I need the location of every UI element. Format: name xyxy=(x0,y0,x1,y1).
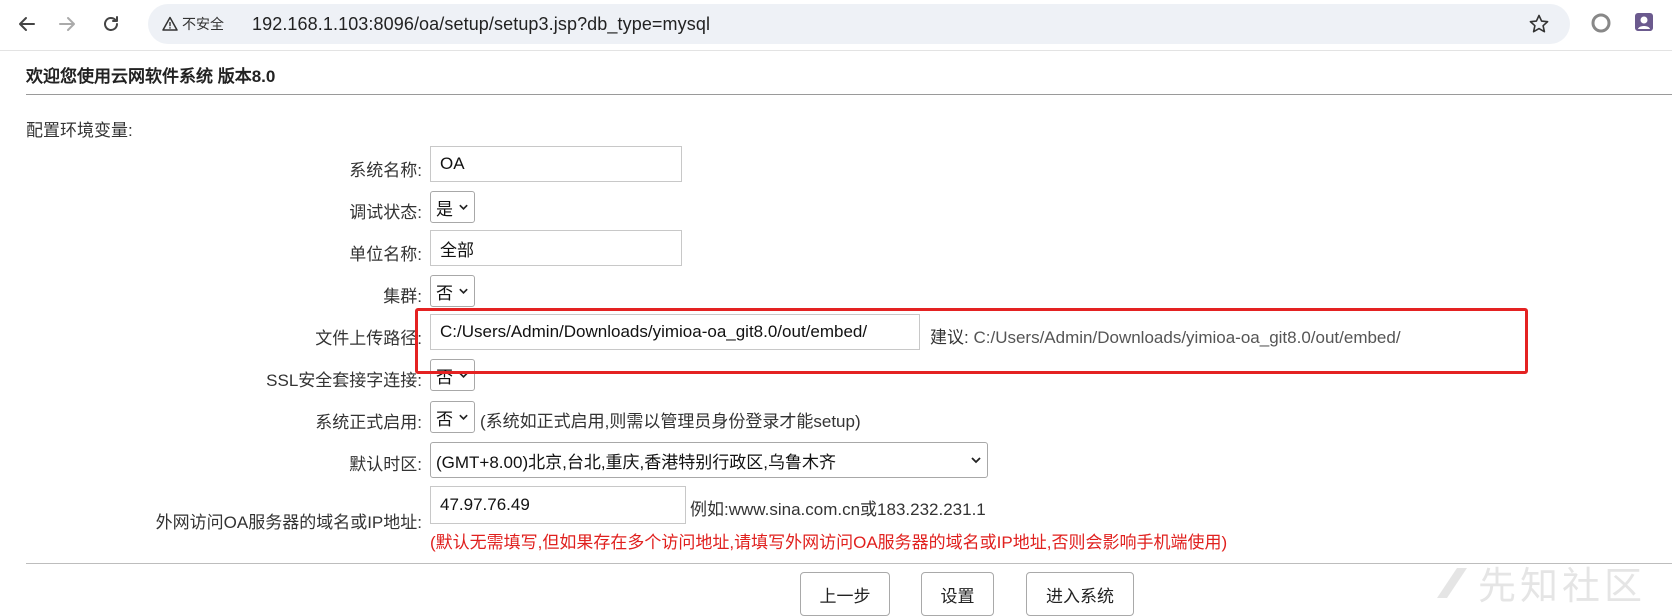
official-use-select[interactable]: 否 xyxy=(430,401,475,433)
config-section-title: 配置环境变量: xyxy=(26,121,133,140)
timezone-label: 默认时区: xyxy=(349,455,422,474)
watermark-text: 先知社区 xyxy=(1478,566,1647,608)
row-external-domain: 外网访问OA服务器的域名或IP地址: 47.97.76.49 例如:www.si… xyxy=(0,486,1672,532)
enter-system-button[interactable]: 进入系统 xyxy=(1026,572,1134,616)
chevron-down-icon xyxy=(459,288,468,295)
external-domain-example: 例如:www.sina.com.cn或183.232.231.1 xyxy=(690,500,986,519)
timezone-select[interactable]: (GMT+8.00)北京,台北,重庆,香港特别行政区,乌鲁木齐 xyxy=(430,442,988,478)
bookmark-star-button[interactable] xyxy=(1528,13,1550,35)
debug-state-value: 是 xyxy=(436,199,453,219)
forward-button[interactable] xyxy=(52,9,82,39)
cluster-select[interactable]: 否 xyxy=(430,275,475,307)
row-cluster: 集群: 否 xyxy=(0,272,1672,312)
reload-button[interactable] xyxy=(96,9,126,39)
reload-icon xyxy=(104,16,118,31)
system-name-input[interactable]: OA xyxy=(430,146,682,182)
official-use-note: (系统如正式启用,则需以管理员身份登录才能setup) xyxy=(480,412,861,431)
address-bar[interactable]: 不安全 192.168.1.103:8096/oa/setup/setup3.j… xyxy=(148,4,1570,44)
page-title: 欢迎您使用云网软件系统 版本8.0 xyxy=(26,67,276,86)
browser-toolbar: 不安全 192.168.1.103:8096/oa/setup/setup3.j… xyxy=(0,0,1672,51)
cluster-label: 集群: xyxy=(383,287,422,306)
settings-button[interactable]: 设置 xyxy=(921,572,994,616)
chevron-down-icon xyxy=(459,204,468,211)
highlight-annotation-box xyxy=(415,308,1528,374)
url-text[interactable]: 192.168.1.103:8096/oa/setup/setup3.jsp?d… xyxy=(252,14,710,35)
external-domain-note: (默认无需填写,但如果存在多个访问地址,请填写外网访问OA服务器的域名或IP地址… xyxy=(430,533,1228,552)
debug-state-select[interactable]: 是 xyxy=(430,191,475,223)
unit-name-input[interactable]: 全部 xyxy=(430,230,682,266)
prev-step-button[interactable]: 上一步 xyxy=(800,572,890,616)
chevron-down-icon xyxy=(459,414,468,421)
arrow-right-icon xyxy=(59,17,75,31)
back-button[interactable] xyxy=(12,9,42,39)
upload-path-label: 文件上传路径: xyxy=(315,329,422,348)
row-timezone: 默认时区: (GMT+8.00)北京,台北,重庆,香港特别行政区,乌鲁木齐 xyxy=(0,440,1672,480)
security-label: 不安全 xyxy=(182,16,224,32)
external-domain-label: 外网访问OA服务器的域名或IP地址: xyxy=(155,513,422,532)
star-icon xyxy=(1529,14,1549,33)
row-official-use: 系统正式启用: 否 (系统如正式启用,则需以管理员身份登录才能setup) xyxy=(0,398,1672,438)
profile-extension-icon xyxy=(1635,13,1653,31)
system-name-label: 系统名称: xyxy=(349,161,422,180)
row-system-name: 系统名称: OA xyxy=(0,146,1672,186)
divider-bottom xyxy=(26,563,1672,564)
debug-state-label: 调试状态: xyxy=(349,203,422,222)
external-domain-input[interactable]: 47.97.76.49 xyxy=(430,486,686,524)
extension-button-1[interactable] xyxy=(1590,12,1612,34)
arrow-left-icon xyxy=(19,17,35,31)
cluster-value: 否 xyxy=(436,283,453,303)
unit-name-label: 单位名称: xyxy=(349,245,422,264)
warning-triangle-icon xyxy=(162,16,178,31)
watermark-logo-icon xyxy=(1437,567,1467,598)
security-chip[interactable]: 不安全 xyxy=(162,13,224,35)
official-use-label: 系统正式启用: xyxy=(315,413,422,432)
chevron-down-icon xyxy=(971,457,981,464)
official-use-value: 否 xyxy=(436,409,453,429)
watermark: 先知社区 xyxy=(1432,555,1646,610)
timezone-value: (GMT+8.00)北京,台北,重庆,香港特别行政区,乌鲁木齐 xyxy=(436,452,836,472)
circle-extension-icon xyxy=(1591,13,1611,33)
extension-button-2[interactable] xyxy=(1633,11,1655,33)
ssl-label: SSL安全套接字连接: xyxy=(266,371,422,390)
divider-top xyxy=(26,94,1672,95)
row-unit-name: 单位名称: 全部 xyxy=(0,230,1672,270)
row-debug-state: 调试状态: 是 xyxy=(0,188,1672,228)
